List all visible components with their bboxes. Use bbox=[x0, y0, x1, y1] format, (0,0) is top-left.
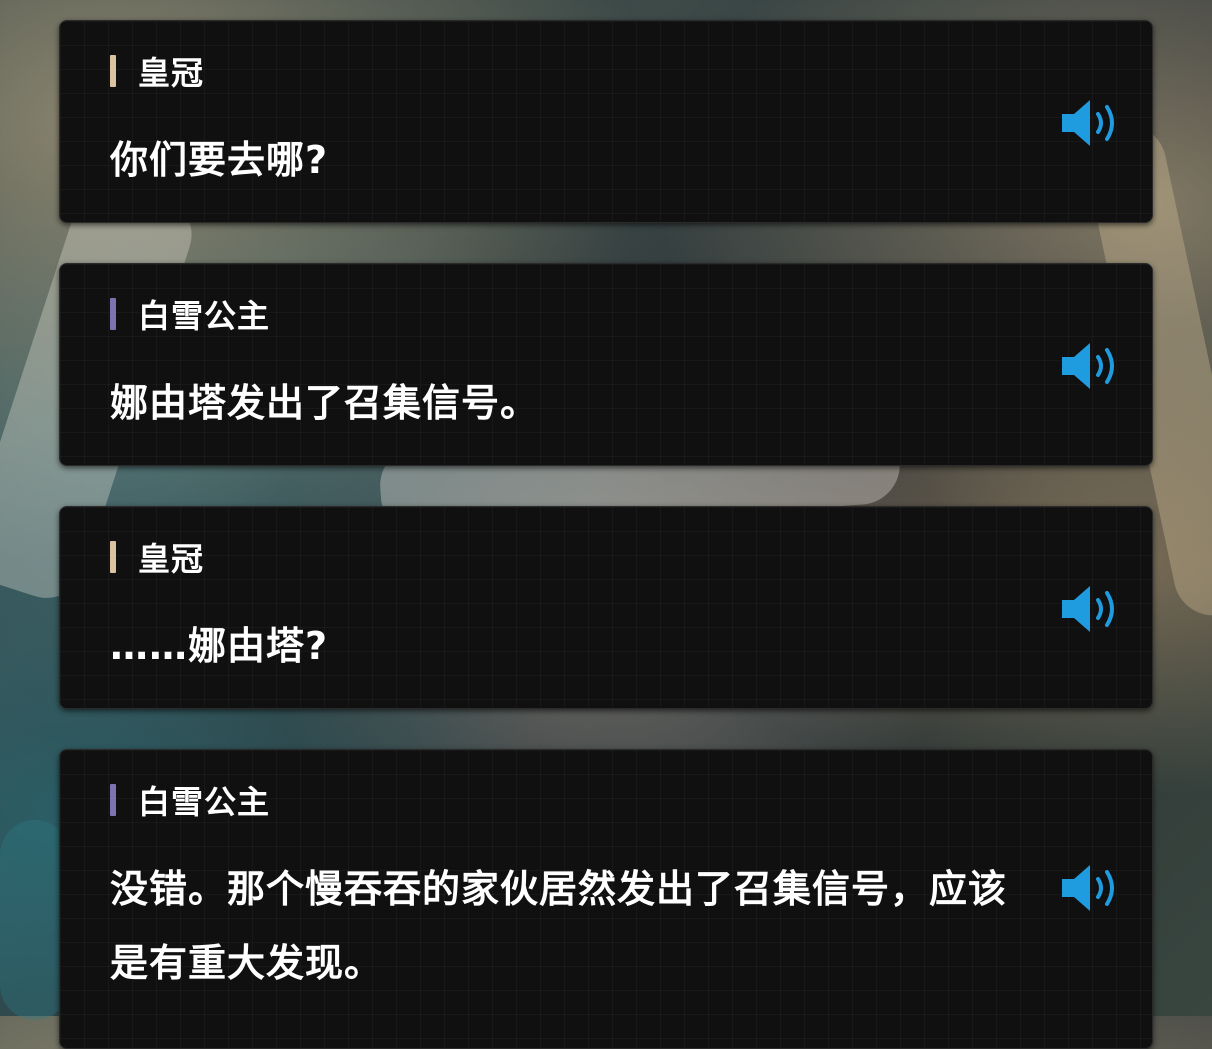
speaker-header: 白雪公主 bbox=[110, 294, 1042, 335]
dialogue-text: ……娜由塔? bbox=[110, 624, 329, 668]
speaker-volume-icon bbox=[1062, 865, 1114, 911]
dialogue-text: 你们要去哪? bbox=[110, 138, 329, 182]
speaker-volume-icon bbox=[1062, 100, 1114, 146]
play-voice-button[interactable] bbox=[1060, 862, 1126, 914]
speaker-name: 皇冠 bbox=[138, 540, 205, 578]
dialogue-card: 白雪公主 没错。那个慢吞吞的家伙居然发出了召集信号，应该是有重大发现。 bbox=[59, 749, 1153, 1049]
speaker-color-bar bbox=[110, 541, 116, 573]
speaker-color-bar bbox=[110, 298, 116, 330]
speaker-volume-icon bbox=[1062, 343, 1114, 389]
speaker-header: 白雪公主 bbox=[110, 780, 1042, 821]
speaker-name: 白雪公主 bbox=[138, 297, 271, 335]
play-voice-button[interactable] bbox=[1060, 97, 1126, 149]
speaker-header: 皇冠 bbox=[110, 51, 1042, 92]
dialogue-card: 皇冠 ……娜由塔? bbox=[59, 506, 1153, 709]
speaker-header: 皇冠 bbox=[110, 537, 1042, 578]
dialogue-text: 没错。那个慢吞吞的家伙居然发出了召集信号，应该是有重大发现。 bbox=[110, 867, 1008, 985]
speaker-name: 皇冠 bbox=[138, 54, 205, 92]
play-voice-button[interactable] bbox=[1060, 583, 1126, 635]
dialogue-card: 皇冠 你们要去哪? bbox=[59, 20, 1153, 223]
play-voice-button[interactable] bbox=[1060, 340, 1126, 392]
speaker-color-bar bbox=[110, 784, 116, 816]
dialogue-card: 白雪公主 娜由塔发出了召集信号。 bbox=[59, 263, 1153, 466]
speaker-color-bar bbox=[110, 55, 116, 87]
speaker-volume-icon bbox=[1062, 586, 1114, 632]
speaker-name: 白雪公主 bbox=[138, 783, 271, 821]
dialogue-log: 皇冠 你们要去哪? 白雪公主 娜由塔发出了召集信号。 皇冠 ……娜由塔? 白雪公… bbox=[59, 20, 1153, 1049]
dialogue-text: 娜由塔发出了召集信号。 bbox=[110, 381, 540, 425]
